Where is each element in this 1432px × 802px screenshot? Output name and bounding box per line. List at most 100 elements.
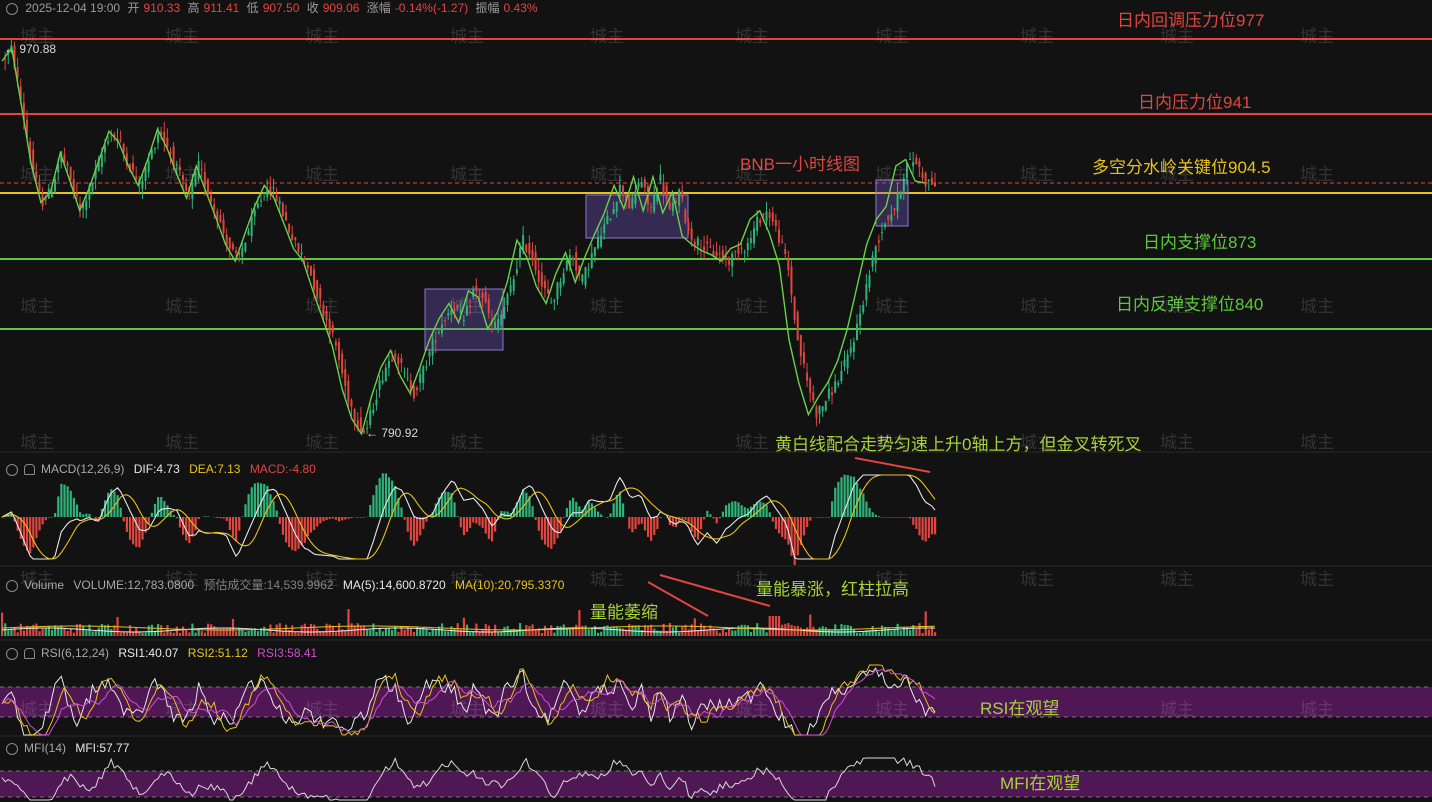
candle-body [731,253,734,267]
volume-bar [737,625,740,636]
volume-bar [194,632,197,636]
macd-histogram-bar [465,517,469,532]
candle-body [462,319,465,322]
macd-histogram-bar [409,517,412,541]
volume-bar [284,624,288,636]
low-label: 低 [246,1,259,15]
candle-body [884,223,887,228]
rsi-alert-icon[interactable] [24,648,35,660]
macd-histogram-bar [63,484,66,517]
mfi-toggle-icon[interactable] [6,742,18,755]
volume-bar [72,632,75,636]
candle-body [515,269,518,274]
watermark-text: 城主 [450,27,484,46]
open-label: 开 [127,1,140,15]
macd-histogram-bar [490,517,494,542]
macd-histogram-bar [291,517,294,551]
macd-histogram-bar [194,517,197,531]
macd-histogram-bar [116,495,119,517]
candle-body [871,255,874,267]
macd-histogram-bar [762,502,765,517]
macd-histogram-bar [238,517,241,531]
volume-bar [163,632,166,636]
candle-body [272,187,275,189]
macd-histogram-bar [671,517,675,527]
macd-dif: DIF:4.73 [133,462,180,476]
watermark-text: 城主 [305,433,339,452]
candle-body [440,324,443,334]
macd-alert-icon[interactable] [24,464,35,476]
macd-histogram-bar [865,501,868,517]
volume-bar [63,628,66,636]
volume-bar [119,632,122,636]
candle-body [54,179,57,192]
macd-histogram-bar [38,517,41,531]
volume-bar [621,628,625,636]
macd-histogram-bar [862,493,865,517]
macd-histogram-bar [587,501,590,517]
candle-body [812,392,815,401]
macd-histogram-bar [47,517,51,518]
volume-bar [765,632,768,636]
macd-name: MACD(12,26,9) [41,462,125,476]
rsi3-value: RSI3:58.41 [257,646,318,660]
volume-toggle-icon[interactable] [6,579,18,592]
volume-bar [687,629,690,636]
candle-body [740,247,743,249]
macd-histogram-bar [924,517,927,542]
volume-bar [855,632,859,636]
macd-histogram-bar [125,517,129,532]
candle-body [915,157,918,165]
candle-body [759,219,762,224]
volume-bar [266,631,269,636]
volume-bar [771,616,774,636]
volume-bar [94,631,97,636]
candle-body [503,307,506,319]
candle-body [581,274,584,282]
volume-bar [849,625,852,636]
macd-histogram-bar [44,517,47,521]
candle-body [119,139,122,141]
volume-bar [13,626,16,636]
macd-histogram-bar [628,517,631,529]
volume-bar [528,626,531,636]
watermark-text: 城主 [590,297,624,316]
macd-toggle-icon[interactable] [6,463,18,476]
volume-bar [325,623,328,636]
candle-body [746,242,749,250]
volume-bar [256,631,260,636]
candle-body [612,209,615,215]
candle-body [107,141,110,144]
macd-histogram-bar [912,517,915,525]
visibility-toggle-icon[interactable] [6,2,18,15]
candle-body [531,249,534,261]
rsi-toggle-icon[interactable] [6,647,18,660]
volume-bar [590,628,593,636]
volume-bar [228,627,231,636]
macd-histogram-bar [887,517,890,518]
candle-body [640,182,643,188]
watermark-text: 城主 [1160,570,1194,589]
macd-histogram-bar [640,517,643,524]
candle-body [253,210,256,217]
macd-histogram-bar [247,494,250,517]
candle-body [518,247,521,260]
watermark-text: 城主 [20,700,54,719]
macd-histogram-bar [531,506,534,517]
volume-bar [547,630,550,636]
volume-bar [656,630,659,636]
volume-bar [309,624,313,636]
volume-bar [157,624,160,636]
candle-body [241,248,244,257]
volume-bar [837,629,840,636]
macd-histogram-bar [724,505,728,517]
volume-bar [746,625,749,636]
macd-histogram-bar [175,517,178,519]
candle-body [91,182,94,192]
volume-bar [575,624,578,636]
candle-body [684,209,687,223]
watermark-text: 城主 [1300,570,1334,589]
watermark-text: 城主 [305,297,339,316]
macd-histogram-bar [88,513,91,517]
volume-bar [188,632,191,636]
